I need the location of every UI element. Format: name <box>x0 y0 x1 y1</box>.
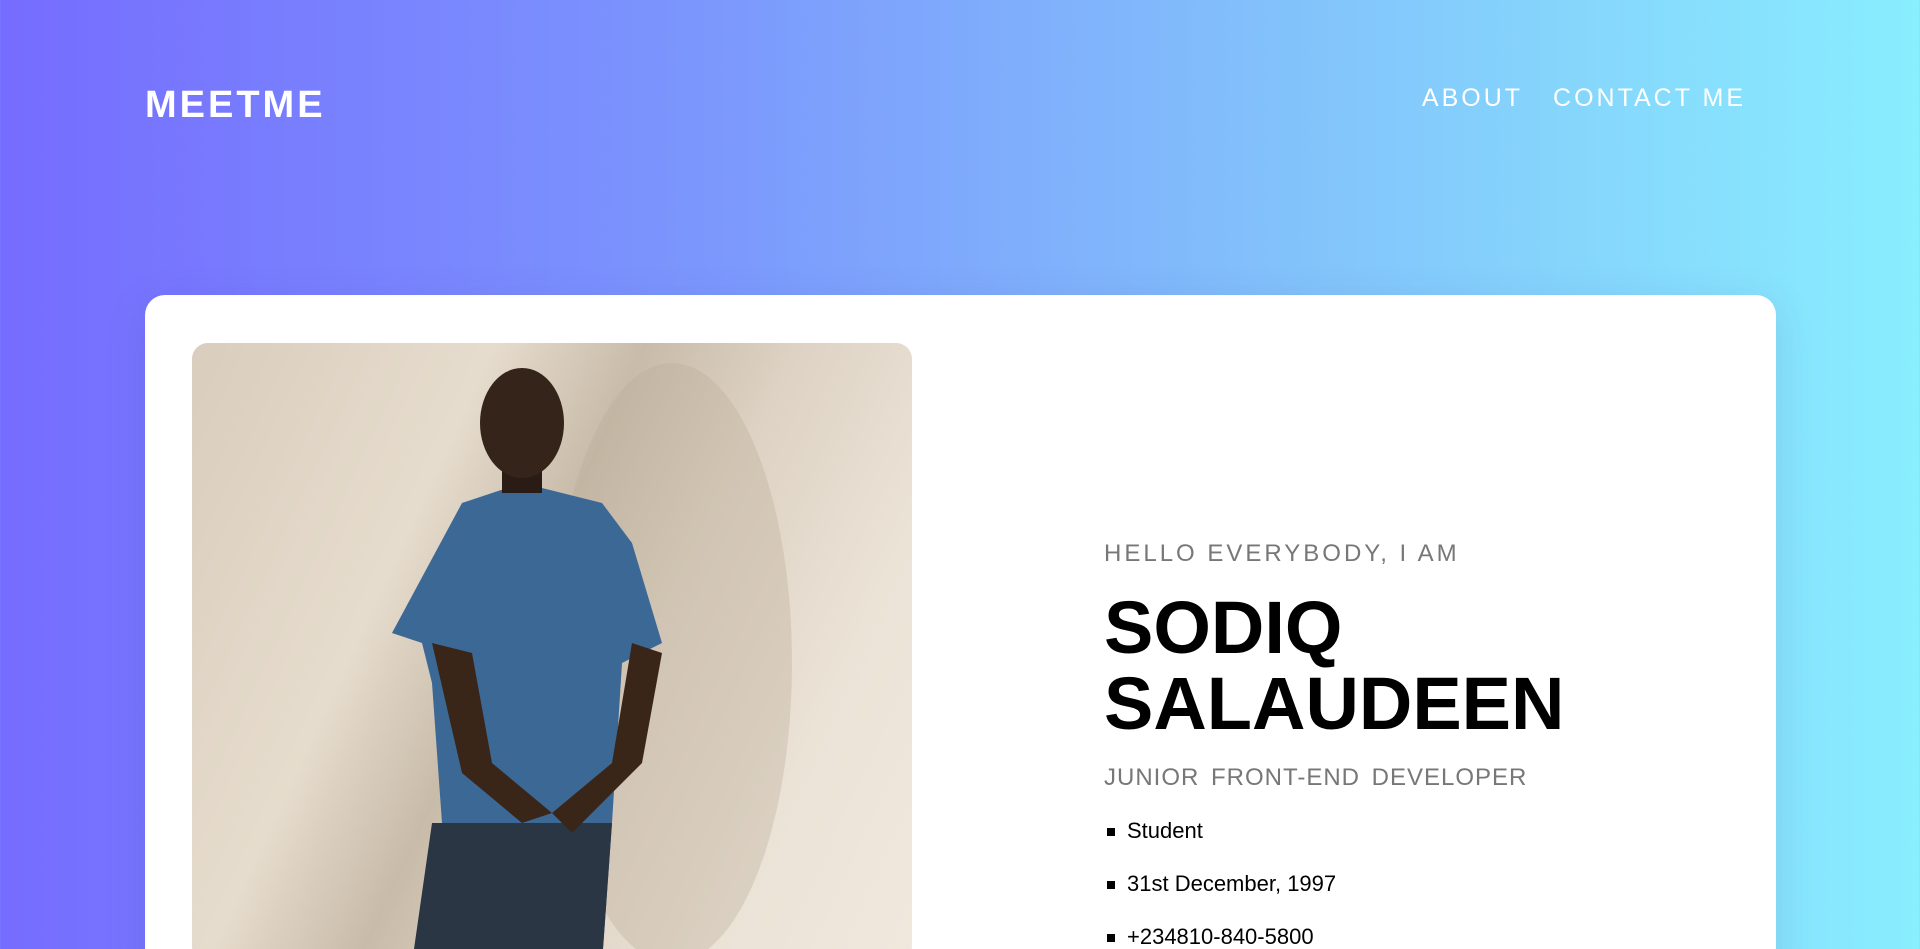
detail-phone: +234810-840-5800 <box>1127 924 1314 949</box>
profile-info: HELLO EVERYBODY, I AM SODIQ SALAUDEEN JU… <box>1104 540 1564 949</box>
bullet-icon <box>1107 881 1115 889</box>
profile-card: HELLO EVERYBODY, I AM SODIQ SALAUDEEN JU… <box>145 295 1776 949</box>
profile-photo <box>192 343 912 949</box>
list-item: Student <box>1104 818 1564 871</box>
first-name: SODIQ <box>1104 586 1343 669</box>
last-name: SALAUDEEN <box>1104 662 1565 745</box>
nav-contact-me[interactable]: CONTACT ME <box>1553 84 1746 113</box>
main-nav: ABOUT CONTACT ME <box>1422 84 1746 113</box>
detail-occupation: Student <box>1127 818 1203 843</box>
nav-about[interactable]: ABOUT <box>1422 84 1523 113</box>
bullet-icon <box>1107 828 1115 836</box>
bullet-icon <box>1107 934 1115 942</box>
detail-birthdate: 31st December, 1997 <box>1127 871 1337 896</box>
greeting: HELLO EVERYBODY, I AM <box>1104 540 1460 567</box>
list-item: +234810-840-5800 <box>1104 924 1564 949</box>
full-name: SODIQ SALAUDEEN <box>1104 590 1564 742</box>
job-title: JUNIOR FRONT-END DEVELOPER <box>1104 764 1528 791</box>
details-list: Student 31st December, 1997 +234810-840-… <box>1104 818 1564 949</box>
list-item: 31st December, 1997 <box>1104 871 1564 924</box>
logo[interactable]: MEETME <box>145 84 326 127</box>
